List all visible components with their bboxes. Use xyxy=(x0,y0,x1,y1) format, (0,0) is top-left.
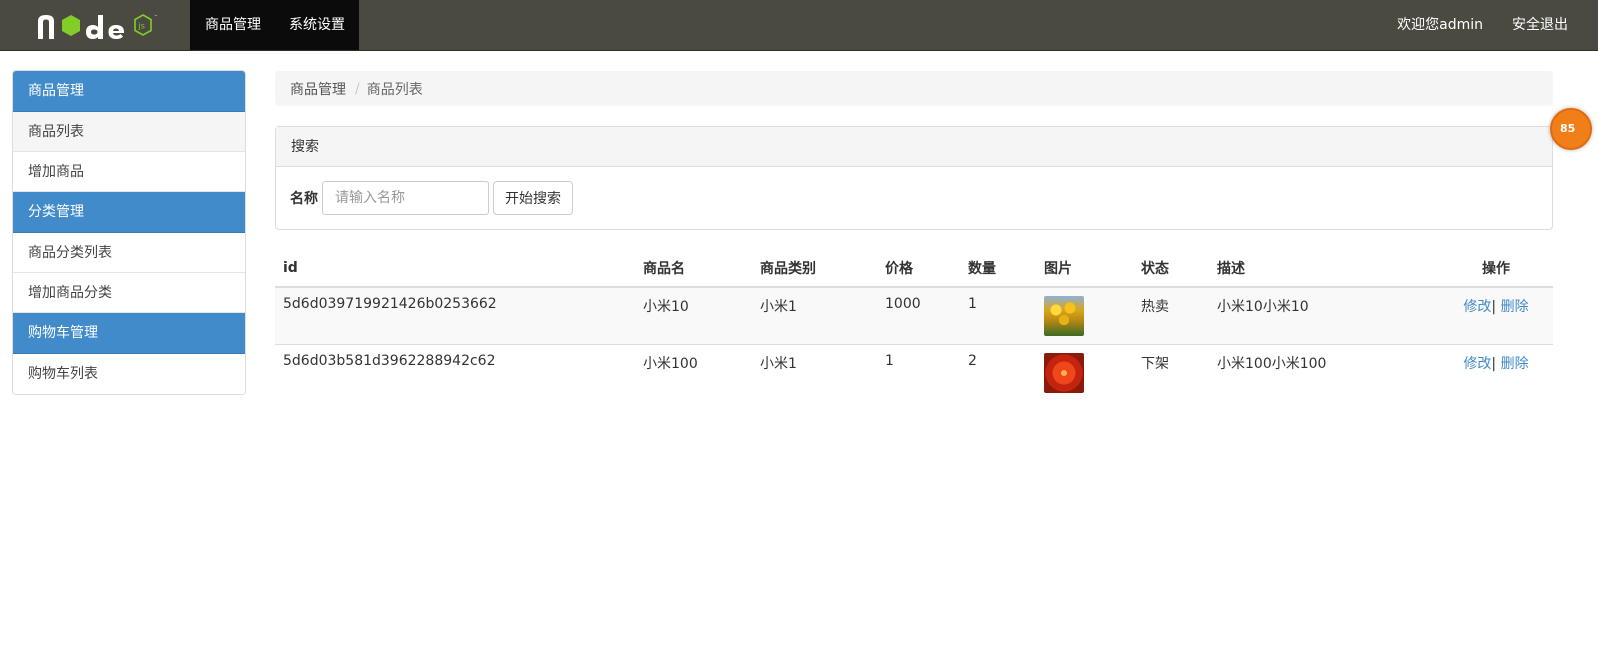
table-row: 5d6d039719921426b0253662 小米10 小米1 1000 1… xyxy=(275,286,1553,345)
sidebar-group-category-management: 分类管理 xyxy=(13,192,245,233)
cell-status: 下架 xyxy=(1133,344,1209,401)
product-thumbnail-red-flower xyxy=(1044,353,1084,393)
col-header-name: 商品名 xyxy=(635,249,752,288)
topnav-product-management[interactable]: 商品管理 xyxy=(190,0,275,50)
search-panel-title: 搜索 xyxy=(276,127,1552,167)
sidebar-item-add-product[interactable]: 增加商品 xyxy=(13,152,245,192)
table-header-row: id 商品名 商品类别 价格 数量 图片 状态 描述 操作 xyxy=(275,249,1553,288)
user-area: 欢迎您admin 安全退出 xyxy=(1368,0,1568,50)
sidebar: 商品管理 商品列表 增加商品 分类管理 商品分类列表 增加商品分类 购物车管理 … xyxy=(12,70,246,395)
sidebar-group-product-management: 商品管理 xyxy=(13,71,245,112)
edit-link[interactable]: 修改 xyxy=(1463,299,1491,315)
top-nav: 商品管理 系统设置 xyxy=(190,0,359,50)
col-header-category: 商品类别 xyxy=(752,249,877,288)
delete-link[interactable]: 删除 xyxy=(1501,299,1529,315)
sidebar-item-category-list[interactable]: 商品分类列表 xyxy=(13,233,245,273)
cell-id: 5d6d03b581d3962288942c62 xyxy=(275,344,635,401)
col-header-id: id xyxy=(275,249,635,288)
nodejs-logo[interactable]: js ™ xyxy=(36,10,166,42)
floating-badge[interactable]: 85 xyxy=(1550,108,1592,150)
cell-description: 小米100小米100 xyxy=(1209,344,1439,401)
cell-id: 5d6d039719921426b0253662 xyxy=(275,286,635,345)
search-panel: 搜索 名称 开始搜索 xyxy=(275,126,1553,230)
cell-category: 小米1 xyxy=(752,344,877,401)
cell-name: 小米10 xyxy=(635,286,752,345)
cell-price: 1000 xyxy=(877,286,960,345)
cell-actions: 修改| 删除 xyxy=(1439,344,1553,401)
breadcrumb-separator: / xyxy=(355,80,360,97)
start-search-button[interactable]: 开始搜索 xyxy=(493,181,573,215)
col-header-price: 价格 xyxy=(877,249,960,288)
sidebar-item-cart-list[interactable]: 购物车列表 xyxy=(13,354,245,394)
col-header-image: 图片 xyxy=(1036,249,1133,288)
svg-text:js: js xyxy=(138,22,145,31)
svg-text:™: ™ xyxy=(154,14,158,19)
welcome-user-link[interactable]: 欢迎您admin xyxy=(1397,0,1483,50)
breadcrumb-product-list: 商品列表 xyxy=(366,81,423,98)
col-header-status: 状态 xyxy=(1133,249,1209,288)
col-header-quantity: 数量 xyxy=(960,249,1036,288)
col-header-description: 描述 xyxy=(1209,249,1439,288)
name-search-input[interactable] xyxy=(322,181,489,215)
sidebar-group-cart-management: 购物车管理 xyxy=(13,313,245,354)
cell-description: 小米10小米10 xyxy=(1209,286,1439,345)
cell-category: 小米1 xyxy=(752,286,877,345)
breadcrumb-product-management[interactable]: 商品管理 xyxy=(290,79,346,99)
delete-link[interactable]: 删除 xyxy=(1501,356,1529,372)
name-label: 名称 xyxy=(290,191,318,207)
col-header-actions: 操作 xyxy=(1439,249,1553,288)
edit-link[interactable]: 修改 xyxy=(1463,356,1491,372)
cell-status: 热卖 xyxy=(1133,286,1209,345)
sidebar-item-add-category[interactable]: 增加商品分类 xyxy=(13,273,245,313)
cell-image xyxy=(1036,286,1133,345)
breadcrumb: 商品管理 / 商品列表 xyxy=(275,71,1553,106)
sidebar-item-product-list[interactable]: 商品列表 xyxy=(13,112,245,152)
table-row: 5d6d03b581d3962288942c62 小米100 小米1 1 2 下… xyxy=(275,344,1553,401)
nodejs-logo-icon: js ™ xyxy=(38,14,158,39)
top-navbar: js ™ 商品管理 系统设置 欢迎您admin 安全退出 xyxy=(0,0,1598,51)
product-thumbnail-yellow-tulips xyxy=(1044,296,1084,336)
cell-price: 1 xyxy=(877,344,960,401)
cell-image xyxy=(1036,344,1133,401)
search-form: 名称 开始搜索 xyxy=(276,167,1552,229)
logout-link[interactable]: 安全退出 xyxy=(1512,0,1568,50)
topnav-system-settings[interactable]: 系统设置 xyxy=(275,0,359,50)
cell-actions: 修改| 删除 xyxy=(1439,286,1553,345)
cell-name: 小米100 xyxy=(635,344,752,401)
cell-quantity: 2 xyxy=(960,344,1036,401)
cell-quantity: 1 xyxy=(960,286,1036,345)
product-table: id 商品名 商品类别 价格 数量 图片 状态 描述 操作 5d6d039719… xyxy=(275,249,1553,401)
